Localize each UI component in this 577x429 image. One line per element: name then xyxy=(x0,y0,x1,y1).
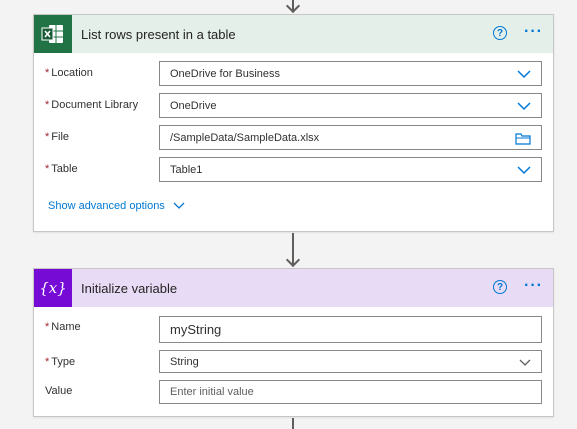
question-circle-icon[interactable]: ? xyxy=(493,280,507,294)
file-picker[interactable]: /SampleData/SampleData.xlsx xyxy=(159,125,542,150)
show-advanced-options-link[interactable]: Show advanced options xyxy=(48,200,185,212)
location-value: OneDrive for Business xyxy=(170,67,281,80)
name-value: myString xyxy=(170,322,222,337)
chevron-down-icon xyxy=(517,70,531,79)
show-advanced-options-label: Show advanced options xyxy=(48,200,165,212)
list-rows-action-title: List rows present in a table xyxy=(81,26,236,42)
variable-icon-glyph: {x} xyxy=(39,279,67,297)
type-label: * Type xyxy=(45,356,76,368)
required-marker: * xyxy=(45,163,50,175)
initialize-variable-action-title: Initialize variable xyxy=(81,280,178,296)
chevron-down-icon xyxy=(519,359,531,366)
question-circle-icon[interactable]: ? xyxy=(493,26,507,40)
value-input[interactable]: Enter initial value xyxy=(159,380,542,404)
location-dropdown[interactable]: OneDrive for Business xyxy=(159,61,542,86)
required-marker: * xyxy=(45,321,50,333)
ellipsis-icon[interactable]: ··· xyxy=(524,278,543,294)
table-dropdown[interactable]: Table1 xyxy=(159,157,542,182)
chevron-down-icon xyxy=(517,102,531,111)
required-marker: * xyxy=(45,356,50,368)
connector-middle-arrow-icon xyxy=(285,252,301,268)
table-label: * Table xyxy=(45,163,78,175)
value-label: Value xyxy=(45,385,73,397)
table-value: Table1 xyxy=(170,163,203,176)
type-dropdown[interactable]: String xyxy=(159,350,542,373)
ellipsis-icon[interactable]: ··· xyxy=(524,24,543,40)
file-value: /SampleData/SampleData.xlsx xyxy=(170,131,320,144)
required-marker: * xyxy=(45,99,50,111)
document-library-value: OneDrive xyxy=(170,99,217,112)
file-label: * File xyxy=(45,131,70,143)
initialize-variable-action-card: {x} Initialize variable ? ··· * Name mySt… xyxy=(33,268,554,417)
value-placeholder: Enter initial value xyxy=(170,386,254,398)
chevron-down-icon xyxy=(173,202,185,209)
document-library-dropdown[interactable]: OneDrive xyxy=(159,93,542,118)
list-rows-action-header[interactable]: List rows present in a table ? ··· xyxy=(34,15,553,53)
folder-icon[interactable] xyxy=(515,131,531,145)
document-library-label: * Document Library xyxy=(45,99,139,111)
connector-bottom xyxy=(292,418,294,429)
name-input[interactable]: myString xyxy=(159,316,542,343)
excel-icon xyxy=(34,15,72,53)
chevron-down-icon xyxy=(517,166,531,175)
list-rows-action-card: List rows present in a table ? ··· * Loca… xyxy=(33,14,554,232)
variable-icon: {x} xyxy=(34,269,72,307)
required-marker: * xyxy=(45,131,50,143)
required-marker: * xyxy=(45,67,50,79)
name-label: * Name xyxy=(45,321,81,333)
connector-top-arrow-icon xyxy=(285,0,301,14)
type-value: String xyxy=(170,355,199,368)
initialize-variable-action-header[interactable]: {x} Initialize variable ? ··· xyxy=(34,269,553,307)
location-label: * Location xyxy=(45,67,93,79)
